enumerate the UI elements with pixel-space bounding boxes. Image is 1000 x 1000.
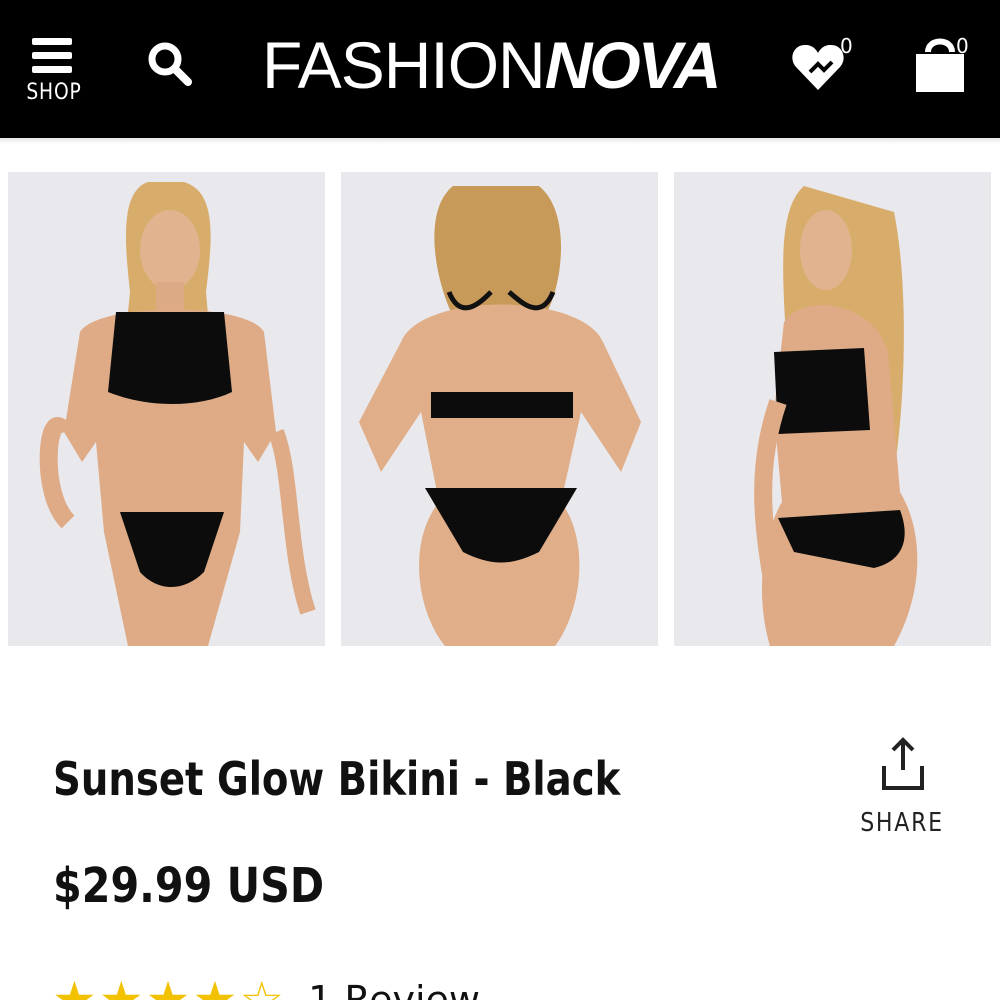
share-button[interactable]: SHARE — [852, 736, 952, 846]
header-shadow-divider — [0, 138, 1000, 144]
product-image-gallery — [8, 172, 992, 646]
product-rating[interactable]: ★★★★☆ 1 Review — [52, 971, 480, 1000]
product-photo-back[interactable] — [341, 172, 658, 646]
share-icon — [882, 737, 924, 790]
logo-text-fashion: FASHION — [262, 28, 546, 102]
model-side-illustration — [674, 172, 991, 646]
search-icon — [148, 42, 192, 86]
wishlist-button[interactable]: 0 — [790, 32, 860, 98]
model-front-illustration — [8, 172, 325, 646]
shop-menu-button[interactable]: SHOP — [20, 34, 88, 114]
shop-menu-label: SHOP — [26, 80, 82, 105]
search-button[interactable] — [144, 38, 196, 90]
product-title: Sunset Glow Bikini - Black — [53, 752, 621, 806]
cart-button[interactable]: 0 — [912, 30, 978, 98]
product-photo-side[interactable] — [674, 172, 991, 646]
product-price: $29.99 USD — [53, 858, 325, 914]
heart-icon — [792, 44, 844, 90]
review-count-link[interactable]: 1 Review — [308, 980, 480, 1000]
hamburger-icon — [32, 38, 72, 74]
star-filled-icon: ★ — [98, 971, 144, 1000]
logo-text-nova: NOVA — [544, 28, 722, 102]
star-filled-icon: ★ — [145, 971, 191, 1000]
product-photo-front[interactable] — [8, 172, 325, 646]
fashion-nova-logo[interactable]: FASHIONNOVA — [262, 28, 722, 102]
star-filled-icon: ★ — [192, 971, 238, 1000]
cart-count: 0 — [956, 34, 969, 58]
model-back-illustration — [341, 172, 658, 646]
wishlist-count: 0 — [840, 34, 853, 58]
star-empty-icon: ☆ — [239, 971, 285, 1000]
star-filled-icon: ★ — [52, 971, 97, 1000]
top-navigation-bar: SHOP FASHIONNOVA 0 0 — [0, 0, 1000, 138]
share-label: SHARE — [860, 808, 944, 838]
